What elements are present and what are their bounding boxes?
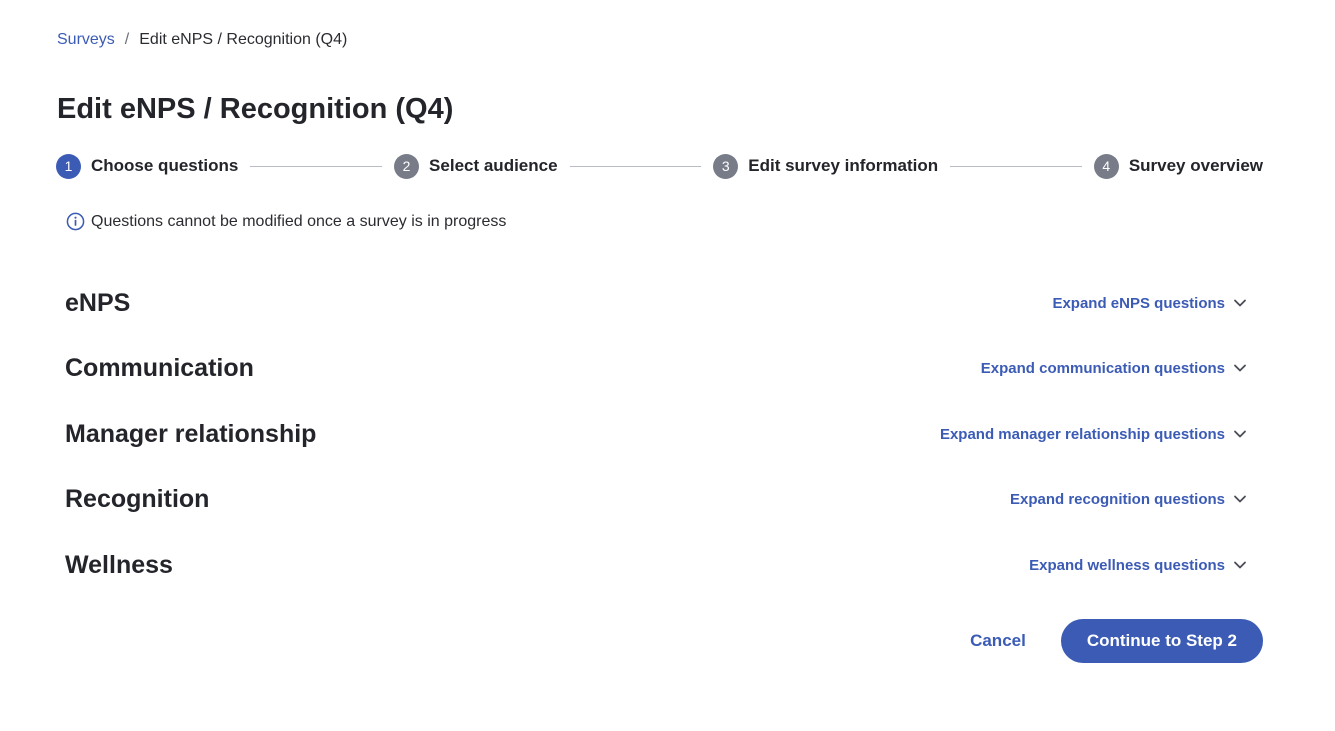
info-notice: Questions cannot be modified once a surv… <box>66 212 506 231</box>
cancel-button[interactable]: Cancel <box>970 631 1026 651</box>
category-title: Manager relationship <box>65 419 317 448</box>
step-choose-questions[interactable]: 1 Choose questions <box>56 153 239 179</box>
info-notice-text: Questions cannot be modified once a surv… <box>91 212 507 230</box>
chevron-down-icon <box>1233 427 1247 441</box>
breadcrumb: Surveys / Edit eNPS / Recognition (Q4) <box>57 30 347 50</box>
breadcrumb-surveys-link[interactable]: Surveys <box>57 31 115 48</box>
step-label: Choose questions <box>91 156 239 175</box>
form-actions: Cancel Continue to Step 2 <box>970 619 1263 663</box>
step-number-badge: 3 <box>713 153 739 179</box>
step-label: Edit survey information <box>748 156 939 175</box>
step-label: Survey overview <box>1128 156 1264 175</box>
step-edit-survey-information[interactable]: 3 Edit survey information <box>713 153 939 179</box>
expand-communication-questions-button[interactable]: Expand communication questions <box>981 360 1247 377</box>
page-title: Edit eNPS / Recognition (Q4) <box>57 93 454 125</box>
category-wellness: Wellness Expand wellness questions <box>65 545 1247 585</box>
stepper: 1 Choose questions 2 Select audience 3 E… <box>56 153 1263 179</box>
chevron-down-icon <box>1233 558 1247 572</box>
step-number-badge: 2 <box>394 153 420 179</box>
breadcrumb-separator: / <box>124 31 130 48</box>
expand-wellness-questions-button[interactable]: Expand wellness questions <box>1029 557 1247 574</box>
info-icon <box>66 212 85 231</box>
breadcrumb-current: Edit eNPS / Recognition (Q4) <box>139 31 348 48</box>
chevron-down-icon <box>1233 492 1247 506</box>
step-number-badge: 1 <box>56 153 81 179</box>
category-title: eNPS <box>65 288 131 317</box>
expand-label: Expand eNPS questions <box>1052 294 1225 312</box>
expand-enps-questions-button[interactable]: Expand eNPS questions <box>1052 295 1247 312</box>
step-connector <box>250 165 383 167</box>
category-enps: eNPS Expand eNPS questions <box>65 283 1247 323</box>
category-title: Communication <box>65 353 254 382</box>
expand-label: Expand recognition questions <box>1009 490 1225 508</box>
step-number-badge: 4 <box>1093 153 1119 179</box>
expand-label: Expand manager relationship questions <box>939 425 1225 443</box>
expand-label: Expand wellness questions <box>1029 556 1225 574</box>
expand-manager-relationship-questions-button[interactable]: Expand manager relationship questions <box>940 426 1247 443</box>
step-survey-overview[interactable]: 4 Survey overview <box>1093 153 1264 179</box>
category-communication: Communication Expand communication quest… <box>65 348 1247 388</box>
expand-recognition-questions-button[interactable]: Expand recognition questions <box>1010 491 1247 508</box>
chevron-down-icon <box>1233 361 1247 375</box>
step-select-audience[interactable]: 2 Select audience <box>394 153 558 179</box>
step-connector <box>950 165 1082 167</box>
category-manager-relationship: Manager relationship Expand manager rela… <box>65 414 1247 454</box>
continue-to-step-2-button[interactable]: Continue to Step 2 <box>1060 619 1263 663</box>
step-connector <box>569 165 702 167</box>
category-recognition: Recognition Expand recognition questions <box>65 479 1247 519</box>
chevron-down-icon <box>1233 296 1247 310</box>
category-title: Recognition <box>65 484 210 513</box>
step-label: Select audience <box>429 156 558 175</box>
category-title: Wellness <box>65 550 173 579</box>
expand-label: Expand communication questions <box>980 359 1225 377</box>
